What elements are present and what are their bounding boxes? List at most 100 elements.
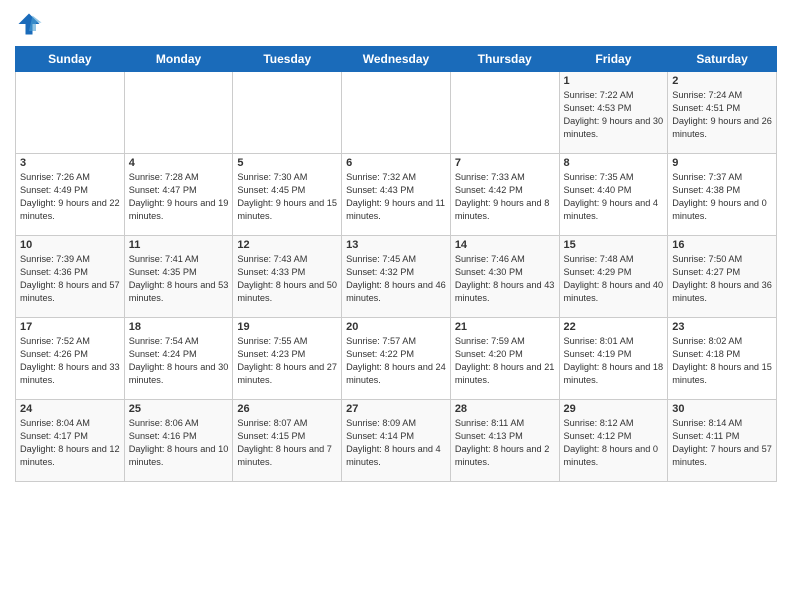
day-number: 27: [346, 403, 446, 415]
calendar-day-cell: 6Sunrise: 7:32 AM Sunset: 4:43 PM Daylig…: [342, 154, 451, 236]
calendar-day-cell: 16 Sunrise: 7:50 AM Sunset: 4:27 PM Dayli…: [668, 236, 777, 318]
calendar-day-cell: 13 Sunrise: 7:45 AM Sunset: 4:32 PM Dayli…: [342, 236, 451, 318]
day-info: Sunrise: 8:11 AM Sunset: 4:13 PM Dayligh…: [455, 417, 555, 469]
calendar-week-row: 3 Sunrise: 7:26 AM Sunset: 4:49 PM Daylig…: [16, 154, 777, 236]
day-number: 24: [20, 403, 120, 415]
calendar-day-cell: 1 Sunrise: 7:22 AM Sunset: 4:53 PM Daylig…: [559, 72, 668, 154]
day-info: Sunrise: 7:33 AM Sunset: 4:42 PM Dayligh…: [455, 171, 555, 223]
day-number: 29: [564, 403, 664, 415]
logo-icon: [15, 10, 43, 38]
day-number: 30: [672, 403, 772, 415]
day-number: 22: [564, 321, 664, 333]
calendar-day-cell: 27Sunrise: 8:09 AM Sunset: 4:14 PM Dayli…: [342, 400, 451, 482]
day-info: Sunrise: 7:24 AM Sunset: 4:51 PM Dayligh…: [672, 89, 772, 141]
calendar-day-cell: 28 Sunrise: 8:11 AM Sunset: 4:13 PM Dayli…: [450, 400, 559, 482]
day-header-monday: Monday: [124, 47, 233, 72]
day-header-friday: Friday: [559, 47, 668, 72]
calendar-page: SundayMondayTuesdayWednesdayThursdayFrid…: [0, 0, 792, 612]
day-number: 16: [672, 239, 772, 251]
day-number: 21: [455, 321, 555, 333]
calendar-day-cell: 14 Sunrise: 7:46 AM Sunset: 4:30 PM Dayli…: [450, 236, 559, 318]
day-info: Sunrise: 7:52 AM Sunset: 4:26 PM Dayligh…: [20, 335, 120, 387]
day-info: Sunrise: 7:48 AM Sunset: 4:29 PM Dayligh…: [564, 253, 664, 305]
day-number: 15: [564, 239, 664, 251]
day-info: Sunrise: 8:01 AM Sunset: 4:19 PM Dayligh…: [564, 335, 664, 387]
calendar-day-cell: 21 Sunrise: 7:59 AM Sunset: 4:20 PM Dayli…: [450, 318, 559, 400]
calendar-day-cell: 11 Sunrise: 7:41 AM Sunset: 4:35 PM Dayli…: [124, 236, 233, 318]
day-info: Sunrise: 7:37 AM Sunset: 4:38 PM Dayligh…: [672, 171, 772, 223]
calendar-day-cell: 12 Sunrise: 7:43 AM Sunset: 4:33 PM Dayli…: [233, 236, 342, 318]
calendar-day-cell: 4Sunrise: 7:28 AM Sunset: 4:47 PM Daylig…: [124, 154, 233, 236]
day-info: Sunrise: 8:02 AM Sunset: 4:18 PM Dayligh…: [672, 335, 772, 387]
day-number: 23: [672, 321, 772, 333]
day-number: 18: [129, 321, 229, 333]
calendar-day-cell: 23 Sunrise: 8:02 AM Sunset: 4:18 PM Dayli…: [668, 318, 777, 400]
day-number: 10: [20, 239, 120, 251]
day-info: Sunrise: 7:57 AM Sunset: 4:22 PM Dayligh…: [346, 335, 446, 387]
day-header-thursday: Thursday: [450, 47, 559, 72]
day-info: Sunrise: 7:46 AM Sunset: 4:30 PM Dayligh…: [455, 253, 555, 305]
day-info: Sunrise: 8:06 AM Sunset: 4:16 PM Dayligh…: [129, 417, 229, 469]
day-number: 4: [129, 157, 229, 169]
calendar-day-cell: 25Sunrise: 8:06 AM Sunset: 4:16 PM Dayli…: [124, 400, 233, 482]
calendar-table: SundayMondayTuesdayWednesdayThursdayFrid…: [15, 46, 777, 482]
day-info: Sunrise: 7:41 AM Sunset: 4:35 PM Dayligh…: [129, 253, 229, 305]
day-info: Sunrise: 7:45 AM Sunset: 4:32 PM Dayligh…: [346, 253, 446, 305]
calendar-day-cell: 5Sunrise: 7:30 AM Sunset: 4:45 PM Daylig…: [233, 154, 342, 236]
calendar-week-row: 24 Sunrise: 8:04 AM Sunset: 4:17 PM Dayli…: [16, 400, 777, 482]
calendar-day-cell: 26 Sunrise: 8:07 AM Sunset: 4:15 PM Dayli…: [233, 400, 342, 482]
day-number: 12: [237, 239, 337, 251]
day-number: 1: [564, 75, 664, 87]
day-number: 7: [455, 157, 555, 169]
day-info: Sunrise: 7:26 AM Sunset: 4:49 PM Dayligh…: [20, 171, 120, 223]
day-number: 6: [346, 157, 446, 169]
calendar-day-cell: 17 Sunrise: 7:52 AM Sunset: 4:26 PM Dayli…: [16, 318, 125, 400]
day-info: Sunrise: 7:22 AM Sunset: 4:53 PM Dayligh…: [564, 89, 664, 141]
calendar-day-cell: [342, 72, 451, 154]
day-number: 28: [455, 403, 555, 415]
calendar-header-row: SundayMondayTuesdayWednesdayThursdayFrid…: [16, 47, 777, 72]
day-info: Sunrise: 7:54 AM Sunset: 4:24 PM Dayligh…: [129, 335, 229, 387]
calendar-week-row: 10 Sunrise: 7:39 AM Sunset: 4:36 PM Dayli…: [16, 236, 777, 318]
calendar-day-cell: 15 Sunrise: 7:48 AM Sunset: 4:29 PM Dayli…: [559, 236, 668, 318]
calendar-day-cell: [124, 72, 233, 154]
day-info: Sunrise: 8:07 AM Sunset: 4:15 PM Dayligh…: [237, 417, 337, 469]
day-header-saturday: Saturday: [668, 47, 777, 72]
day-info: Sunrise: 8:04 AM Sunset: 4:17 PM Dayligh…: [20, 417, 120, 469]
day-info: Sunrise: 7:39 AM Sunset: 4:36 PM Dayligh…: [20, 253, 120, 305]
day-number: 5: [237, 157, 337, 169]
calendar-week-row: 1 Sunrise: 7:22 AM Sunset: 4:53 PM Daylig…: [16, 72, 777, 154]
calendar-day-cell: 10 Sunrise: 7:39 AM Sunset: 4:36 PM Dayli…: [16, 236, 125, 318]
day-number: 19: [237, 321, 337, 333]
day-header-tuesday: Tuesday: [233, 47, 342, 72]
day-number: 17: [20, 321, 120, 333]
calendar-week-row: 17 Sunrise: 7:52 AM Sunset: 4:26 PM Dayli…: [16, 318, 777, 400]
calendar-day-cell: 30 Sunrise: 8:14 AM Sunset: 4:11 PM Dayli…: [668, 400, 777, 482]
day-number: 14: [455, 239, 555, 251]
calendar-day-cell: [16, 72, 125, 154]
day-header-wednesday: Wednesday: [342, 47, 451, 72]
day-number: 11: [129, 239, 229, 251]
day-number: 26: [237, 403, 337, 415]
day-number: 13: [346, 239, 446, 251]
calendar-day-cell: 9 Sunrise: 7:37 AM Sunset: 4:38 PM Daylig…: [668, 154, 777, 236]
calendar-day-cell: 8 Sunrise: 7:35 AM Sunset: 4:40 PM Daylig…: [559, 154, 668, 236]
calendar-day-cell: 3 Sunrise: 7:26 AM Sunset: 4:49 PM Daylig…: [16, 154, 125, 236]
calendar-day-cell: 20 Sunrise: 7:57 AM Sunset: 4:22 PM Dayli…: [342, 318, 451, 400]
day-info: Sunrise: 8:14 AM Sunset: 4:11 PM Dayligh…: [672, 417, 772, 469]
calendar-day-cell: 22 Sunrise: 8:01 AM Sunset: 4:19 PM Dayli…: [559, 318, 668, 400]
day-number: 9: [672, 157, 772, 169]
calendar-day-cell: [233, 72, 342, 154]
day-info: Sunrise: 7:43 AM Sunset: 4:33 PM Dayligh…: [237, 253, 337, 305]
day-info: Sunrise: 7:50 AM Sunset: 4:27 PM Dayligh…: [672, 253, 772, 305]
day-info: Sunrise: 7:35 AM Sunset: 4:40 PM Dayligh…: [564, 171, 664, 223]
day-info: Sunrise: 7:59 AM Sunset: 4:20 PM Dayligh…: [455, 335, 555, 387]
logo: [15, 10, 47, 38]
calendar-day-cell: 29Sunrise: 8:12 AM Sunset: 4:12 PM Dayli…: [559, 400, 668, 482]
day-number: 8: [564, 157, 664, 169]
day-number: 3: [20, 157, 120, 169]
day-number: 20: [346, 321, 446, 333]
calendar-day-cell: 19Sunrise: 7:55 AM Sunset: 4:23 PM Dayli…: [233, 318, 342, 400]
calendar-day-cell: 7 Sunrise: 7:33 AM Sunset: 4:42 PM Daylig…: [450, 154, 559, 236]
calendar-day-cell: 2Sunrise: 7:24 AM Sunset: 4:51 PM Daylig…: [668, 72, 777, 154]
